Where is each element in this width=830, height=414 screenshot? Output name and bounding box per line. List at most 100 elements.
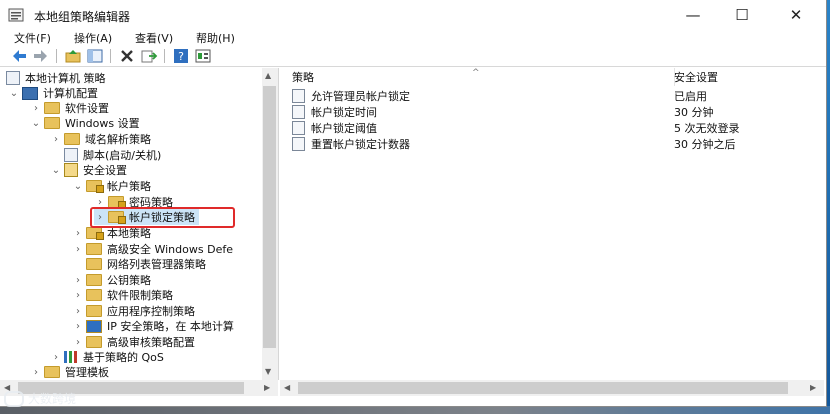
tree-windows-settings[interactable]: ⌄ Windows 设置 (30, 115, 140, 131)
tree-label: 帐户策略 (107, 180, 151, 193)
gpedit-app-icon (8, 8, 24, 22)
delete-icon[interactable] (118, 47, 136, 65)
show-tree-icon[interactable] (86, 47, 104, 65)
lock-folder-icon (86, 227, 104, 240)
scroll-left-icon[interactable]: ◀ (284, 383, 290, 392)
tree-label: 域名解析策略 (85, 133, 151, 146)
tree-windows-defender-firewall[interactable]: › 高级安全 Windows Defe (72, 241, 233, 257)
menu-help[interactable]: 帮助(H) (196, 30, 235, 46)
tree-network-list-policies[interactable]: 网络列表管理器策略 (72, 256, 206, 272)
scroll-thumb[interactable] (263, 86, 276, 348)
toolbar-separator (110, 49, 111, 63)
folder-icon (44, 102, 60, 114)
chevron-right-icon[interactable]: › (72, 290, 84, 301)
tree-security-settings[interactable]: ⌄ 安全设置 (50, 162, 127, 178)
chevron-down-icon[interactable]: ⌄ (72, 181, 84, 192)
folder-icon (86, 336, 102, 348)
tree-advanced-audit[interactable]: › 高级审核策略配置 (72, 334, 195, 350)
chevron-down-icon[interactable]: ⌄ (8, 88, 20, 99)
up-folder-icon[interactable] (64, 47, 82, 65)
tree-ip-security-policies[interactable]: › IP 安全策略，在 本地计算 (72, 318, 234, 334)
list-row[interactable]: 允许管理员帐户锁定 已启用 (282, 88, 826, 104)
list-row[interactable]: 帐户锁定时间 30 分钟 (282, 104, 826, 120)
tree-software-restriction[interactable]: › 软件限制策略 (72, 287, 173, 303)
tree-scripts[interactable]: 脚本(启动/关机) (50, 147, 161, 163)
scroll-thumb[interactable] (298, 382, 788, 394)
chevron-right-icon[interactable]: › (50, 352, 62, 363)
help-icon[interactable]: ? (172, 47, 190, 65)
chevron-right-icon[interactable]: › (30, 103, 42, 114)
minimize-button[interactable]: — (670, 0, 716, 30)
tree-label: 本地计算机 策略 (25, 72, 106, 85)
export-icon[interactable] (140, 47, 158, 65)
tree-admin-templates[interactable]: › 管理模板 (30, 364, 109, 380)
sort-up-icon: ^ (472, 68, 480, 78)
tree-vertical-scrollbar[interactable]: ▲ ▼ (262, 68, 278, 380)
watermark-logo-icon (4, 390, 24, 407)
tree-root[interactable]: 本地计算机 策略 (4, 70, 106, 86)
scroll-up-icon[interactable]: ▲ (265, 71, 271, 80)
security-icon (64, 163, 78, 177)
tree-label: 安全设置 (83, 164, 127, 177)
list-row[interactable]: 帐户锁定阈值 5 次无效登录 (282, 120, 826, 136)
policy-icon (292, 121, 305, 135)
scroll-right-icon[interactable]: ▶ (264, 383, 270, 392)
chevron-right-icon[interactable]: › (72, 306, 84, 317)
window-title: 本地组策略编辑器 (34, 10, 131, 24)
toolbar-separator (56, 49, 57, 63)
tree-app-control-policies[interactable]: › 应用程序控制策略 (72, 303, 195, 319)
forward-icon[interactable] (32, 47, 50, 65)
chevron-down-icon[interactable]: ⌄ (50, 165, 62, 176)
tree-computer-config[interactable]: ⌄ 计算机配置 (8, 85, 98, 101)
taskbar-strip (0, 406, 830, 414)
tree-label: IP 安全策略，在 本地计算 (107, 320, 234, 333)
policy-list: 策略 ^ 安全设置 允许管理员帐户锁定 已启用 帐户锁定时间 30 分钟 帐户锁… (282, 68, 826, 380)
chevron-right-icon[interactable]: › (72, 244, 84, 255)
tree-label: 管理模板 (65, 366, 109, 379)
tree-dns-policy[interactable]: › 域名解析策略 (50, 131, 151, 147)
tree-software-settings[interactable]: › 软件设置 (30, 100, 109, 116)
tree-label: 基于策略的 QoS (83, 351, 164, 364)
minimize-icon: — (685, 6, 701, 24)
policy-setting: 5 次无效登录 (674, 122, 740, 135)
policy-name: 帐户锁定时间 (311, 106, 377, 119)
watermark: 大数跨境 (4, 390, 76, 407)
policy-setting: 30 分钟 (674, 106, 714, 119)
folder-icon (86, 274, 102, 286)
policy-name: 允许管理员帐户锁定 (311, 90, 410, 103)
maximize-button[interactable]: ☐ (719, 0, 765, 30)
tree-label: 高级安全 Windows Defe (107, 243, 233, 256)
back-icon[interactable] (10, 47, 28, 65)
properties-icon[interactable] (194, 47, 212, 65)
chevron-right-icon[interactable]: › (94, 197, 106, 208)
tree-label: 软件限制策略 (107, 289, 173, 302)
column-header-setting[interactable]: 安全设置 (666, 68, 826, 86)
computer-icon (22, 86, 38, 100)
column-header-policy[interactable]: 策略 ^ (282, 68, 675, 86)
watermark-text: 大数跨境 (28, 392, 77, 406)
menu-action[interactable]: 操作(A) (74, 30, 112, 46)
chevron-right-icon[interactable]: › (72, 321, 84, 332)
chevron-right-icon[interactable]: › (30, 367, 42, 378)
menu-file[interactable]: 文件(F) (14, 30, 51, 46)
menu-view[interactable]: 查看(V) (135, 30, 173, 46)
scroll-right-icon[interactable]: ▶ (810, 383, 816, 392)
chevron-right-icon[interactable]: › (72, 275, 84, 286)
tree-label: 脚本(启动/关机) (83, 149, 162, 162)
chevron-right-icon[interactable]: › (50, 134, 62, 145)
chevron-right-icon[interactable]: › (72, 228, 84, 239)
folder-icon (44, 366, 60, 378)
tree-account-policies[interactable]: ⌄ 帐户策略 (72, 178, 151, 194)
column-label: 策略 (292, 71, 314, 84)
tree-label: 计算机配置 (43, 87, 98, 100)
list-row[interactable]: 重置帐户锁定计数器 30 分钟之后 (282, 136, 826, 152)
close-button[interactable]: ✕ (773, 0, 819, 30)
list-horizontal-scrollbar[interactable]: ◀ ▶ (280, 380, 824, 396)
gpedit-window: 本地组策略编辑器 — ☐ ✕ 文件(F) 操作(A) 查看(V) 帮助(H) ?… (0, 0, 827, 407)
scroll-down-icon[interactable]: ▼ (265, 367, 271, 376)
chevron-right-icon[interactable]: › (72, 337, 84, 348)
chevron-down-icon[interactable]: ⌄ (30, 118, 42, 129)
policy-name: 帐户锁定阈值 (311, 122, 377, 135)
tree-qos[interactable]: › 基于策略的 QoS (50, 349, 164, 365)
tree-public-key-policies[interactable]: › 公钥策略 (72, 272, 151, 288)
